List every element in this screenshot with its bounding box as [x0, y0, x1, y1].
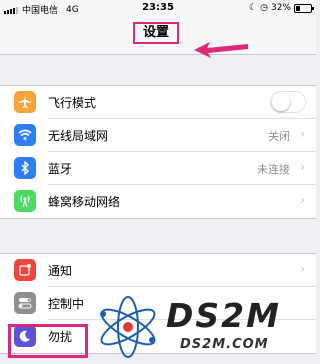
notifications-label: 通知: [48, 264, 73, 278]
control-center-icon: [14, 292, 36, 314]
wifi-label: 无线局域网: [48, 129, 109, 143]
settings-row-bluetooth[interactable]: 蓝牙 未连接 ›: [0, 152, 316, 185]
watermark-url: DS2M.COM: [180, 337, 269, 352]
settings-row-notifications[interactable]: 通知 ›: [0, 254, 316, 287]
wifi-status: 关闭: [268, 130, 290, 143]
bluetooth-label: 蓝牙: [48, 162, 73, 176]
wifi-icon: [14, 124, 36, 146]
settings-group-connectivity: 飞行模式 无线局域网 关闭 › 蓝牙 未连接 › 蜂窝移动网络 ›: [0, 85, 316, 219]
settings-row-airplane-mode[interactable]: 飞行模式: [0, 86, 316, 119]
settings-row-cellular[interactable]: 蜂窝移动网络 ›: [0, 185, 316, 218]
notifications-icon: [14, 259, 36, 281]
annotation-arrow: [194, 42, 248, 58]
battery-level: [296, 5, 301, 11]
annotation-highlight-box: [8, 324, 88, 358]
airplane-icon: [14, 91, 36, 113]
status-bar: 中国电信 4G 23:35 ☾ ◷ 32%: [0, 0, 316, 18]
page-title: 设置: [133, 22, 179, 44]
control-center-label: 控制中: [48, 297, 85, 311]
bluetooth-icon: [14, 157, 36, 179]
toggle-knob: [272, 93, 290, 111]
navigation-bar: 设置: [0, 18, 316, 58]
watermark-brand: DS2M: [166, 296, 281, 335]
watermark: DS2M DS2M.COM: [92, 290, 316, 364]
airplane-mode-label: 飞行模式: [48, 96, 97, 110]
chevron-right-icon: ›: [300, 262, 305, 276]
chevron-right-icon: ›: [300, 193, 305, 207]
moon-icon: ☾: [249, 3, 258, 13]
chevron-right-icon: ›: [300, 160, 305, 174]
battery-icon: [294, 3, 314, 13]
bluetooth-status: 未连接: [257, 163, 290, 176]
clock-icon: ◷: [260, 3, 268, 13]
airplane-mode-toggle[interactable]: [270, 91, 306, 113]
chevron-right-icon: ›: [300, 127, 305, 141]
battery-percent: 32%: [270, 3, 291, 13]
cellular-icon: [14, 190, 36, 212]
atom-logo-icon: [100, 296, 156, 358]
settings-row-wifi[interactable]: 无线局域网 关闭 ›: [0, 119, 316, 152]
cellular-label: 蜂窝移动网络: [48, 195, 121, 209]
status-bar-right: ☾ ◷ 32%: [249, 3, 314, 13]
